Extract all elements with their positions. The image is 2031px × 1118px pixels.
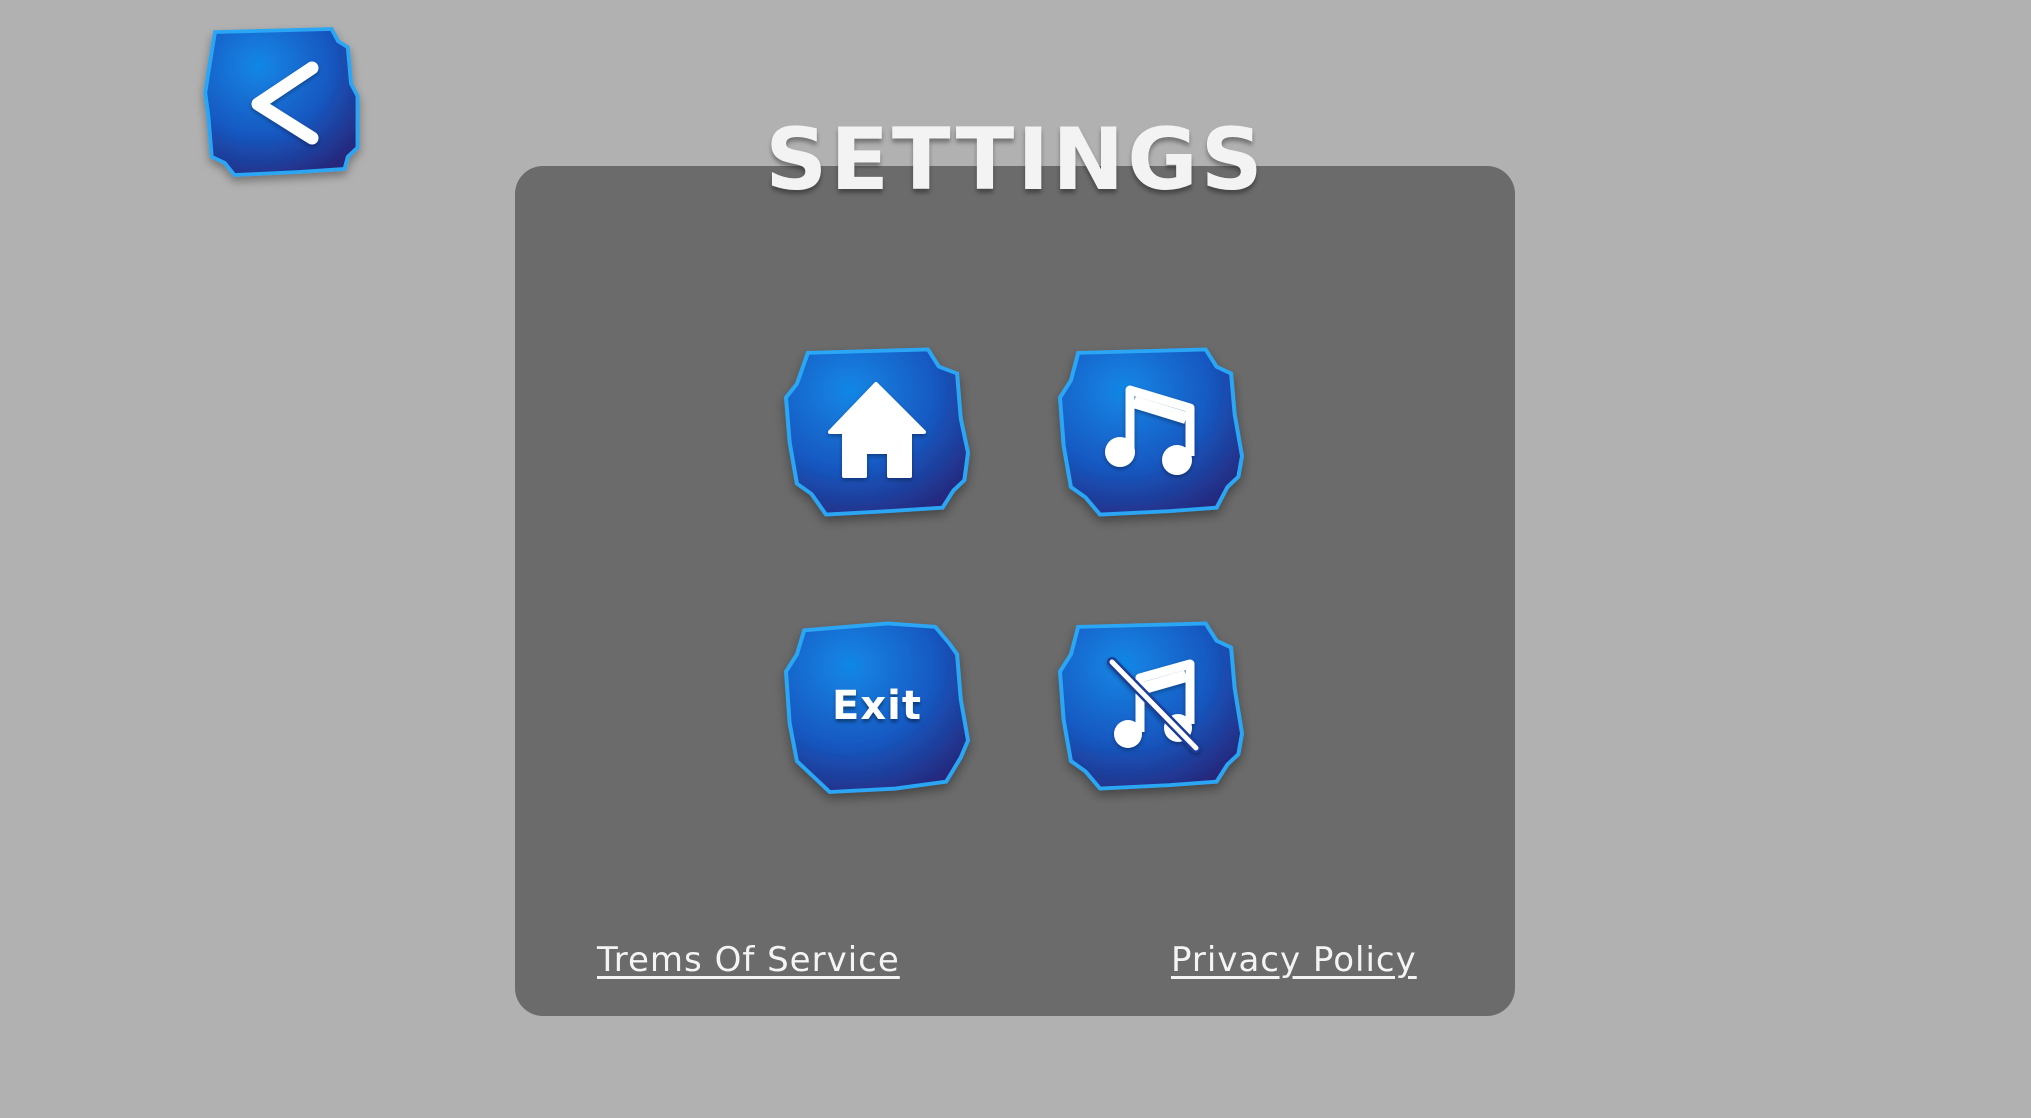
exit-button[interactable]: Exit xyxy=(783,620,971,794)
music-off-button[interactable] xyxy=(1057,620,1245,792)
home-button[interactable] xyxy=(783,346,971,518)
terms-of-service-link[interactable]: Trems Of Service xyxy=(597,940,900,980)
page-title: SETTINGS xyxy=(765,110,1266,210)
settings-panel xyxy=(515,166,1515,1016)
music-off-icon xyxy=(1107,657,1201,753)
exit-button-shape xyxy=(783,621,971,794)
privacy-policy-link[interactable]: Privacy Policy xyxy=(1171,940,1417,980)
music-on-button[interactable] xyxy=(1057,346,1245,518)
music-note-icon xyxy=(1105,385,1195,475)
home-icon xyxy=(828,382,926,478)
